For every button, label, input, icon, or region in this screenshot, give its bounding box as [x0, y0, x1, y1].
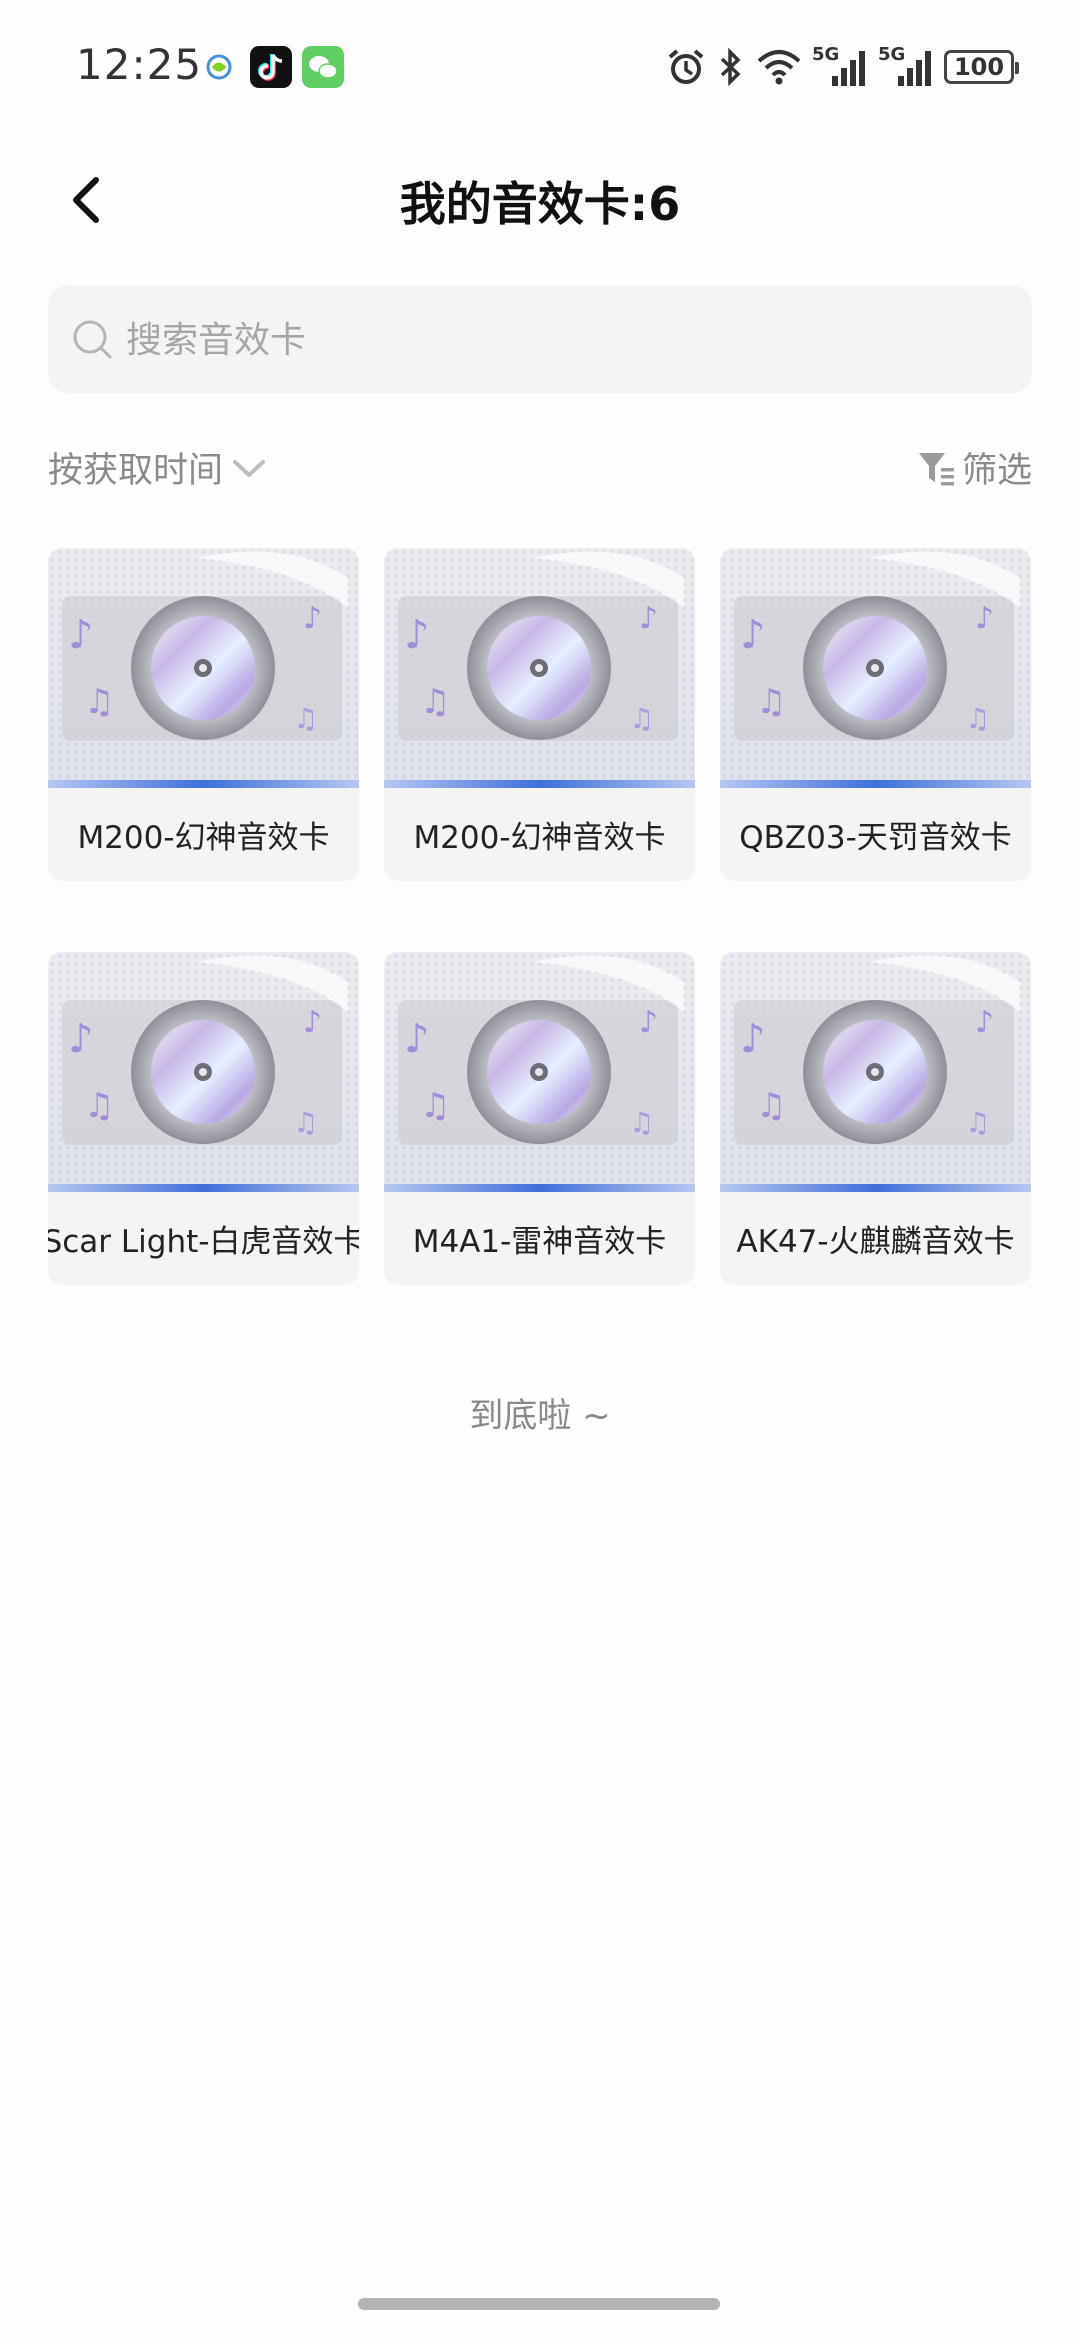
svg-text:♫: ♫ — [965, 702, 990, 735]
cd-disc-icon: ♪ ♫ ♪ ♫ — [734, 551, 1020, 741]
sound-card-image: ♪ ♫ ♪ ♫ — [384, 952, 695, 1192]
cd-disc-icon: ♪ ♫ ♪ ♫ — [62, 955, 348, 1145]
svg-text:♫: ♫ — [629, 1106, 654, 1139]
end-of-list-text: 到底啦 ~ — [469, 1396, 611, 1436]
svg-text:♫: ♫ — [84, 682, 114, 722]
douyin-icon — [250, 46, 292, 88]
status-bar: 12:25 5G 5G 100 — [0, 0, 1080, 140]
card-accent-bar — [720, 1184, 1031, 1192]
chevron-down-icon — [233, 459, 266, 477]
svg-text:♪: ♪ — [404, 612, 430, 658]
wifi-icon — [757, 50, 801, 85]
filter-label: 筛选 — [961, 451, 1032, 491]
svg-text:♫: ♫ — [965, 1106, 990, 1139]
search-input[interactable] — [124, 285, 1008, 395]
card-accent-bar — [48, 1184, 359, 1192]
card-accent-bar — [384, 780, 695, 788]
sound-card-image: ♪ ♫ ♪ ♫ — [720, 952, 1031, 1192]
card-accent-bar — [720, 780, 1031, 788]
sound-card[interactable]: ♪ ♫ ♪ ♫ Scar Light-白虎音效卡 — [48, 952, 359, 1285]
svg-text:♪: ♪ — [303, 1005, 322, 1040]
cd-disc-icon: ♪ ♫ ♪ ♫ — [62, 551, 348, 741]
card-accent-bar — [48, 780, 359, 788]
svg-text:♫: ♫ — [420, 1086, 450, 1126]
svg-text:♪: ♪ — [303, 601, 322, 636]
svg-text:♪: ♪ — [975, 1005, 994, 1040]
sound-card-label: M4A1-雷神音效卡 — [412, 1224, 667, 1260]
signal-5g-icon: 5G — [878, 44, 934, 88]
svg-text:♫: ♫ — [756, 682, 786, 722]
china-mobile-icon — [206, 54, 232, 80]
svg-text:♪: ♪ — [740, 1016, 766, 1062]
sound-card-image: ♪ ♫ ♪ ♫ — [384, 548, 695, 788]
svg-text:♪: ♪ — [68, 612, 94, 658]
cd-disc-icon: ♪ ♫ ♪ ♫ — [734, 955, 1020, 1145]
sound-card-label: Scar Light-白虎音效卡 — [48, 1224, 359, 1260]
page-title: 我的音效卡:6 — [399, 177, 681, 231]
svg-text:♪: ♪ — [68, 1016, 94, 1062]
filter-button[interactable]: 筛选 — [916, 442, 1032, 493]
signal-5g-icon: 5G — [812, 44, 868, 88]
svg-text:♫: ♫ — [756, 1086, 786, 1126]
sound-card-image: ♪ ♫ ♪ ♫ — [720, 548, 1031, 788]
cd-disc-icon: ♪ ♫ ♪ ♫ — [398, 955, 684, 1145]
sound-card-grid: ♪ ♫ ♪ ♫ M200-幻神音效卡 ♪ ♫ ♪ ♫ M200-幻神音效卡 ♪ … — [48, 548, 1032, 1285]
cd-disc-icon: ♪ ♫ ♪ ♫ — [398, 551, 684, 741]
filter-icon — [918, 452, 954, 485]
svg-text:♫: ♫ — [293, 702, 318, 735]
sound-card-label: QBZ03-天罚音效卡 — [739, 820, 1012, 856]
alarm-icon — [668, 49, 704, 84]
sound-card-image: ♪ ♫ ♪ ♫ — [48, 548, 359, 788]
sound-card-label: M200-幻神音效卡 — [413, 820, 666, 856]
svg-text:♫: ♫ — [84, 1086, 114, 1126]
wechat-icon — [302, 46, 344, 88]
svg-text:♫: ♫ — [629, 702, 654, 735]
sort-dropdown[interactable]: 按获取时间 — [48, 442, 267, 493]
sound-card[interactable]: ♪ ♫ ♪ ♫ M200-幻神音效卡 — [384, 548, 695, 881]
sound-card-image: ♪ ♫ ♪ ♫ — [48, 952, 359, 1192]
sound-card[interactable]: ♪ ♫ ♪ ♫ AK47-火麒麟音效卡 — [720, 952, 1031, 1285]
bluetooth-icon — [720, 47, 741, 87]
svg-text:♪: ♪ — [639, 1005, 658, 1040]
battery-level: 100 — [953, 53, 1005, 81]
sort-label: 按获取时间 — [48, 451, 224, 491]
sound-card-label: M200-幻神音效卡 — [77, 820, 330, 856]
battery-icon: 100 — [944, 50, 1019, 84]
sound-card[interactable]: ♪ ♫ ♪ ♫ QBZ03-天罚音效卡 — [720, 548, 1031, 881]
svg-text:♪: ♪ — [740, 612, 766, 658]
sound-card[interactable]: ♪ ♫ ♪ ♫ M200-幻神音效卡 — [48, 548, 359, 881]
status-time: 12:25 — [76, 40, 203, 89]
card-accent-bar — [384, 1184, 695, 1192]
search-bar[interactable] — [48, 285, 1032, 395]
sound-card-label: AK47-火麒麟音效卡 — [736, 1224, 1015, 1260]
sound-card[interactable]: ♪ ♫ ♪ ♫ M4A1-雷神音效卡 — [384, 952, 695, 1285]
search-icon — [73, 320, 112, 359]
home-indicator[interactable] — [358, 2298, 720, 2310]
svg-text:♫: ♫ — [420, 682, 450, 722]
svg-text:♪: ♪ — [975, 601, 994, 636]
svg-text:♫: ♫ — [293, 1106, 318, 1139]
svg-text:♪: ♪ — [404, 1016, 430, 1062]
svg-text:♪: ♪ — [639, 601, 658, 636]
system-status-icons: 5G 5G 100 — [666, 44, 1019, 90]
